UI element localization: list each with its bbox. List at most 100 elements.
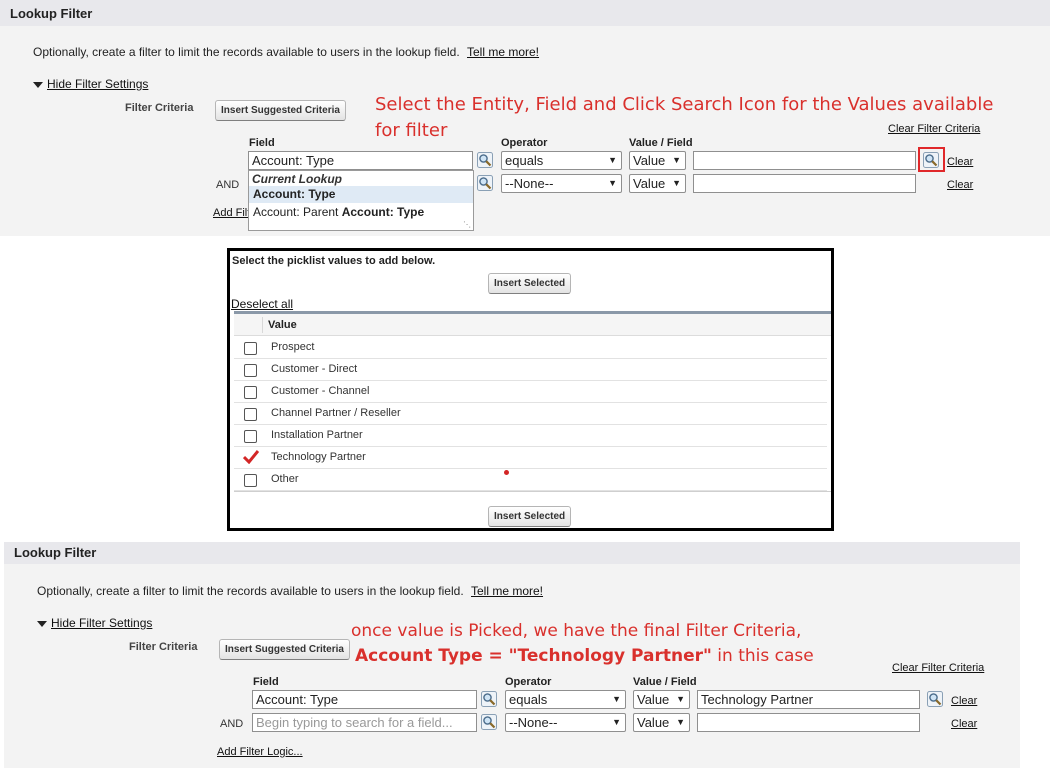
bottom-row2-clear-link[interactable]: Clear [951, 718, 977, 730]
checkbox[interactable] [244, 386, 257, 399]
annotation-top-line1: Select the Entity, Field and Click Searc… [375, 94, 994, 115]
top-col-field: Field [249, 137, 275, 149]
top-hide-filter-settings-link[interactable]: Hide Filter Settings [47, 77, 148, 91]
top-row2-value-type-select[interactable]: Value ▼ [629, 174, 686, 193]
checkbox[interactable] [244, 474, 257, 487]
picklist-row[interactable]: Installation Partner [234, 425, 827, 447]
bottom-description-text: Optionally, create a filter to limit the… [37, 584, 464, 598]
top-row1-value-type-select[interactable]: Value ▼ [629, 151, 686, 170]
bottom-hide-filter-settings-toggle[interactable]: Hide Filter Settings [37, 616, 152, 630]
bottom-hide-filter-settings-link[interactable]: Hide Filter Settings [51, 616, 152, 630]
top-row1-value-type: Value [633, 153, 666, 168]
dropdown-item-account-type[interactable]: Account: Type [249, 186, 473, 203]
picklist-row[interactable]: Customer - Direct [234, 359, 827, 381]
top-insert-suggested-criteria-button[interactable]: Insert Suggested Criteria [215, 100, 346, 121]
checkbox[interactable] [244, 364, 257, 377]
chevron-down-icon: ▼ [676, 694, 685, 704]
top-row2-field-lookup-icon[interactable] [477, 175, 493, 191]
bottom-section-title: Lookup Filter [14, 545, 97, 560]
top-lookup-filter-panel [0, 0, 1050, 236]
top-description-text: Optionally, create a filter to limit the… [33, 45, 460, 59]
bottom-row2-value-type-select[interactable]: Value ▼ [633, 713, 690, 732]
bottom-add-filter-logic-link[interactable]: Add Filter Logic... [217, 746, 303, 758]
chevron-down-icon: ▼ [676, 717, 685, 727]
picklist-item-label: Prospect [271, 341, 315, 353]
chevron-down-icon: ▼ [608, 155, 617, 165]
checkbox-checked[interactable] [242, 450, 260, 465]
picklist-row[interactable]: Channel Partner / Reseller [234, 403, 827, 425]
bottom-header-bar [4, 542, 1020, 564]
collapse-triangle-icon [33, 81, 43, 88]
checkbox[interactable] [244, 408, 257, 421]
annotation-bottom-line2: Account Type = "Technology Partner" in t… [355, 644, 814, 668]
chevron-down-icon: ▼ [672, 178, 681, 188]
top-section-title: Lookup Filter [10, 6, 93, 21]
bottom-row2-operator-value: --None-- [509, 715, 558, 730]
bottom-row2-value-input[interactable] [697, 713, 920, 732]
top-clear-filter-criteria-link[interactable]: Clear Filter Criteria [888, 123, 980, 135]
top-row1-operator-value: equals [505, 153, 544, 168]
bottom-insert-suggested-criteria-button[interactable]: Insert Suggested Criteria [219, 639, 350, 660]
checkbox[interactable] [244, 430, 257, 443]
bottom-row2-field-lookup-icon[interactable] [481, 714, 497, 730]
picklist-instruction: Select the picklist values to add below. [232, 255, 436, 267]
top-row1-clear-link[interactable]: Clear [947, 156, 973, 168]
bottom-row1-value-type: Value [637, 692, 670, 707]
bottom-row2-operator-select[interactable]: --None-- ▼ [505, 713, 626, 732]
bottom-tell-me-more-link[interactable]: Tell me more! [471, 584, 543, 598]
bottom-row2-field-input[interactable]: Begin typing to search for a field... [252, 713, 477, 732]
annotation-top-line2: for filter [375, 120, 448, 141]
top-row2-clear-link[interactable]: Clear [947, 179, 973, 191]
dropdown-item-bold: Account: Type [341, 205, 425, 219]
top-row1-value-input[interactable] [693, 151, 916, 170]
bottom-row1-value-type-select[interactable]: Value ▼ [633, 690, 690, 709]
picklist-row[interactable]: Customer - Channel [234, 381, 827, 403]
resize-grip-icon[interactable]: ⋱ [463, 220, 471, 229]
bottom-row1-clear-link[interactable]: Clear [951, 695, 977, 707]
checkmark-icon [242, 450, 260, 465]
top-row1-field-input[interactable]: Account: Type [248, 151, 473, 170]
chevron-down-icon: ▼ [612, 717, 621, 727]
picklist-item-label: Other [271, 473, 299, 485]
picklist-footer-rule [234, 491, 831, 492]
top-row2-operator-select[interactable]: --None-- ▼ [501, 174, 622, 193]
checkbox[interactable] [244, 342, 257, 355]
dropdown-item-prefix: Account: Parent [253, 205, 342, 219]
top-row1-value-lookup-icon[interactable] [923, 152, 939, 168]
dropdown-item-parent-account-type[interactable]: Account: Parent Account: Type [249, 204, 473, 221]
picklist-item-label: Channel Partner / Reseller [271, 407, 401, 419]
top-row1-operator-select[interactable]: equals ▼ [501, 151, 622, 170]
top-tell-me-more-link[interactable]: Tell me more! [467, 45, 539, 59]
picklist-column-divider [262, 317, 263, 333]
picklist-item-label: Customer - Channel [271, 385, 370, 397]
insert-selected-button-bottom[interactable]: Insert Selected [488, 506, 572, 527]
top-row2-value-type: Value [633, 176, 666, 191]
top-row2-value-input[interactable] [693, 174, 916, 193]
bottom-row1-field-input[interactable]: Account: Type [252, 690, 477, 709]
bottom-col-operator: Operator [505, 676, 552, 688]
bottom-row1-operator-select[interactable]: equals ▼ [505, 690, 626, 709]
bottom-col-value-field: Value / Field [633, 676, 697, 688]
picklist-popup: Select the picklist values to add below.… [227, 248, 834, 531]
top-row2-and-label: AND [216, 179, 240, 191]
top-header-bar [0, 0, 1050, 26]
picklist-row[interactable]: Prospect [234, 337, 827, 359]
top-description: Optionally, create a filter to limit the… [33, 45, 539, 59]
top-hide-filter-settings-toggle[interactable]: Hide Filter Settings [33, 77, 148, 91]
bottom-clear-filter-criteria-link[interactable]: Clear Filter Criteria [892, 662, 984, 674]
bottom-row1-value-input[interactable]: Technology Partner [697, 690, 920, 709]
top-row1-field-lookup-icon[interactable] [477, 152, 493, 168]
picklist-row[interactable]: Other [234, 469, 827, 491]
top-add-filter-logic-link[interactable]: Add Filt [213, 207, 250, 219]
top-row2-operator-value: --None-- [505, 176, 554, 191]
bottom-row1-value-lookup-icon[interactable] [927, 691, 943, 707]
picklist-row[interactable]: Technology Partner [234, 447, 827, 469]
picklist-item-label: Installation Partner [271, 429, 363, 441]
field-autocomplete-dropdown: Current Lookup Account: Type Account: Pa… [248, 170, 474, 231]
bottom-row1-field-lookup-icon[interactable] [481, 691, 497, 707]
insert-selected-button-top[interactable]: Insert Selected [488, 273, 572, 294]
picklist-column-header: Value [268, 319, 297, 331]
chevron-down-icon: ▼ [672, 155, 681, 165]
annotation-bottom-line1: once value is Picked, we have the final … [351, 621, 802, 641]
deselect-all-link[interactable]: Deselect all [231, 297, 293, 311]
